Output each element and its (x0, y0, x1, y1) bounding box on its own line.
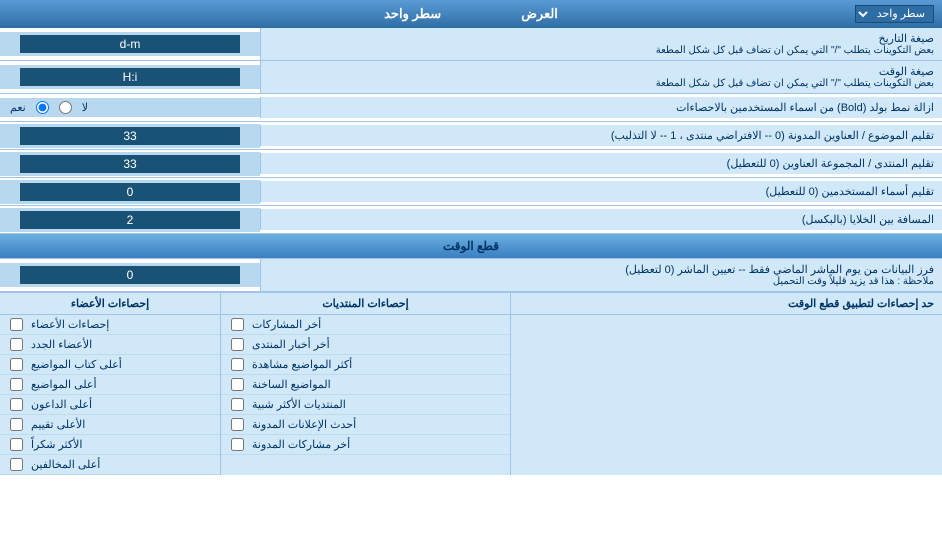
time-cut-section-header: قطع الوقت (0, 234, 942, 259)
stats-post-item: أخر أخبار المنتدى (221, 335, 510, 355)
time-filter-row: فرز البيانات من يوم الماشر الماضي فقط --… (0, 259, 942, 292)
time-filter-label: فرز البيانات من يوم الماشر الماضي فقط --… (260, 259, 942, 291)
display-field-label: العرض (521, 6, 558, 22)
stats-post-checkbox[interactable] (231, 318, 244, 331)
forum-group-input[interactable] (20, 155, 240, 173)
time-filter-input-cell (0, 263, 260, 287)
stats-section: حد إحصاءات لتطبيق قطع الوقت إحصاءات المن… (0, 292, 942, 475)
topic-titles-input-cell (0, 124, 260, 148)
stats-members-items-col: إحصاءات الأعضاءالأعضاء الجددأعلى كتاب ال… (0, 315, 220, 475)
stats-post-checkbox[interactable] (231, 438, 244, 451)
stats-post-item: أخر مشاركات المدونة (221, 435, 510, 455)
display-header-row: العرض سطر واحد سطر واحد (0, 0, 942, 28)
date-format-row: صيغة التاريخ بعض التكوينات يتطلب "/" الت… (0, 28, 942, 61)
stats-member-item: أعلى المخالفين (0, 455, 220, 475)
stats-post-checkbox[interactable] (231, 378, 244, 391)
stats-member-item: أعلى الداعون (0, 395, 220, 415)
usernames-input-cell (0, 180, 260, 204)
stats-member-checkbox[interactable] (10, 398, 23, 411)
cell-spacing-label: المسافة بين الخلايا (بالبكسل) (260, 209, 942, 230)
bold-no-radio[interactable] (59, 101, 72, 114)
forum-group-label: تقليم المنتدى / المجموعة العناوين (0 للت… (260, 153, 942, 174)
cell-spacing-row: المسافة بين الخلايا (بالبكسل) (0, 206, 942, 234)
stats-post-item: أحدث الإعلانات المدونة (221, 415, 510, 435)
stats-post-checkbox[interactable] (231, 358, 244, 371)
stats-member-item: أعلى كتاب المواضيع (0, 355, 220, 375)
stats-member-item: الأعلى تقييم (0, 415, 220, 435)
bold-yes-label: نعم (10, 101, 26, 114)
time-format-input-cell (0, 65, 260, 89)
stats-member-checkbox[interactable] (10, 458, 23, 471)
stats-post-item: المواضيع الساخنة (221, 375, 510, 395)
bold-yes-radio[interactable] (36, 101, 49, 114)
stats-member-checkbox[interactable] (10, 418, 23, 431)
stats-content: أخر المشاركاتأخر أخبار المنتدىأكثر الموا… (0, 315, 942, 475)
stats-post-item: أخر المشاركات (221, 315, 510, 335)
time-format-label: صيغة الوقت بعض التكوينات يتطلب "/" التي … (260, 61, 942, 93)
stats-member-item: أعلى المواضيع (0, 375, 220, 395)
stats-header: حد إحصاءات لتطبيق قطع الوقت إحصاءات المن… (0, 293, 942, 315)
stats-post-checkbox[interactable] (231, 338, 244, 351)
bold-remove-label: ازالة نمط بولد (Bold) من اسماء المستخدمي… (260, 97, 942, 118)
cell-spacing-input-cell (0, 208, 260, 232)
topic-titles-input[interactable] (20, 127, 240, 145)
usernames-row: تقليم أسماء المستخدمين (0 للتعطيل) (0, 178, 942, 206)
stats-post-item: المنتديات الأكثر شبية (221, 395, 510, 415)
stats-member-checkbox[interactable] (10, 318, 23, 331)
stats-member-checkbox[interactable] (10, 338, 23, 351)
stats-member-item: إحصاءات الأعضاء (0, 315, 220, 335)
date-format-input[interactable] (20, 35, 240, 53)
header-title: سطر واحد (384, 6, 441, 22)
stats-post-checkbox[interactable] (231, 418, 244, 431)
bold-no-label: لا (82, 101, 88, 114)
forum-group-row: تقليم المنتدى / المجموعة العناوين (0 للت… (0, 150, 942, 178)
bold-remove-options: لا نعم (0, 98, 260, 117)
time-filter-input[interactable] (20, 266, 240, 284)
stats-members-header: إحصاءات الأعضاء (0, 293, 220, 314)
stats-limit-label: حد إحصاءات لتطبيق قطع الوقت (510, 293, 942, 314)
stats-post-checkbox[interactable] (231, 398, 244, 411)
bold-remove-row: ازالة نمط بولد (Bold) من اسماء المستخدمي… (0, 94, 942, 122)
stats-member-checkbox[interactable] (10, 378, 23, 391)
time-format-row: صيغة الوقت بعض التكوينات يتطلب "/" التي … (0, 61, 942, 94)
stats-member-checkbox[interactable] (10, 358, 23, 371)
display-dropdown[interactable]: سطر واحد (855, 5, 934, 23)
topic-titles-label: تقليم الموضوع / العناوين المدونة (0 -- ا… (260, 125, 942, 146)
usernames-label: تقليم أسماء المستخدمين (0 للتعطيل) (260, 181, 942, 202)
stats-posts-items-col: أخر المشاركاتأخر أخبار المنتدىأكثر الموا… (220, 315, 510, 475)
stats-posts-header: إحصاءات المنتديات (220, 293, 510, 314)
usernames-input[interactable] (20, 183, 240, 201)
stats-empty-left (510, 315, 942, 475)
topic-titles-row: تقليم الموضوع / العناوين المدونة (0 -- ا… (0, 122, 942, 150)
stats-member-checkbox[interactable] (10, 438, 23, 451)
date-format-label: صيغة التاريخ بعض التكوينات يتطلب "/" الت… (260, 28, 942, 60)
stats-post-item: أكثر المواضيع مشاهدة (221, 355, 510, 375)
stats-member-item: الأعضاء الجدد (0, 335, 220, 355)
date-format-input-cell (0, 32, 260, 56)
forum-group-input-cell (0, 152, 260, 176)
stats-member-item: الأكثر شكراً (0, 435, 220, 455)
cell-spacing-input[interactable] (20, 211, 240, 229)
time-format-input[interactable] (20, 68, 240, 86)
